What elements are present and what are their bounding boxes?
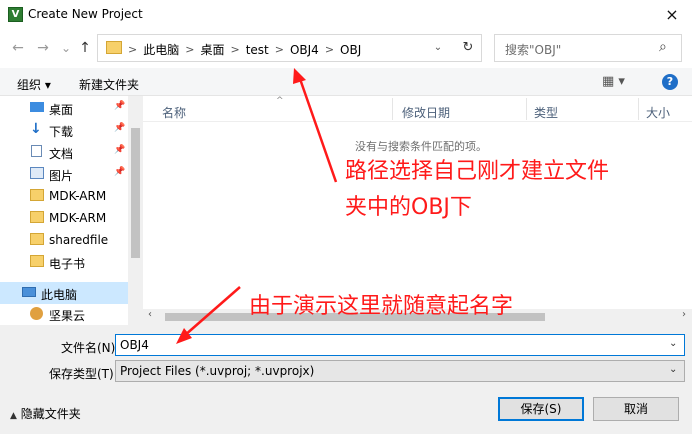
annotation-arrow-name (183, 286, 241, 337)
annotation-path-line2: 夹中的OBJ下 (345, 195, 472, 220)
annotation-arrowhead (293, 68, 306, 84)
annotation-arrow-path (297, 75, 338, 183)
annotation-name-note: 由于演示这里就随意起名字 (249, 294, 514, 319)
annotation-path-line1: 路径选择自己刚才建立文件 (345, 159, 610, 184)
